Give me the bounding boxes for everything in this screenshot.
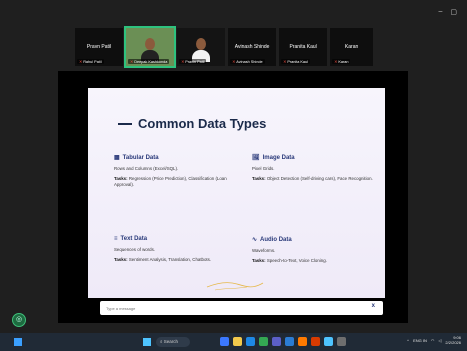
window-controls: – ▢ xyxy=(438,8,457,16)
taskbar: ⌕ Search ^ ENG IN ◠ ◁ 9:06 2/2/2026 xyxy=(0,333,467,351)
slide-title: Common Data Types xyxy=(118,116,266,131)
participant-tag: ✕Avinash Shinde xyxy=(230,59,265,64)
participant-name: Pravn Patil xyxy=(86,44,112,50)
mic-muted-icon: ✕ xyxy=(283,60,287,64)
edge-icon[interactable] xyxy=(246,337,255,346)
image-icon: 🖼 xyxy=(252,155,260,161)
participant-tile[interactable]: Karan ✕Karan xyxy=(330,28,374,66)
participant-name: Avinash Shinde xyxy=(234,44,270,50)
title-dash xyxy=(118,122,132,125)
word-icon[interactable] xyxy=(285,337,294,346)
participant-strip: Pravn Patil ✕Rahul Patil ✕Deepak Kashkon… xyxy=(75,26,374,68)
participant-tag: ✕Rahul Patil xyxy=(77,59,104,64)
app-icon[interactable] xyxy=(337,337,346,346)
participant-tile[interactable]: Pravn Patil ✕Rahul Patil xyxy=(75,28,124,66)
card-text-data: ≡ Text Data Sequences of words. Tasks: Se… xyxy=(114,236,244,263)
participant-tag: ✕Pravin Patil xyxy=(179,59,207,64)
card-tasks: Tasks: Speech-to-Text, Voice Cloning. xyxy=(252,258,327,263)
participant-tile[interactable]: Pranita Kaul ✕Pranita Kaul xyxy=(279,28,328,66)
mic-muted-icon: ✕ xyxy=(79,60,83,64)
participant-tile[interactable]: ✕Pravin Patil xyxy=(177,28,226,66)
card-heading: Audio Data xyxy=(260,236,292,243)
app-icon[interactable] xyxy=(298,337,307,346)
app-icon[interactable] xyxy=(324,337,333,346)
card-tasks: Tasks: Sentiment Analysis, Translation, … xyxy=(114,257,212,262)
language-indicator[interactable]: ENG IN xyxy=(413,338,427,343)
wifi-icon[interactable]: ◠ xyxy=(431,338,435,343)
tray-chevron-icon[interactable]: ^ xyxy=(407,338,409,343)
folder-icon[interactable] xyxy=(233,337,242,346)
chat-input-bar: x xyxy=(100,301,383,315)
volume-icon[interactable]: ◁ xyxy=(438,338,441,343)
close-icon[interactable]: x xyxy=(372,303,375,309)
chrome-icon[interactable] xyxy=(259,337,268,346)
taskbar-search[interactable]: ⌕ Search xyxy=(156,337,190,347)
text-icon: ≡ xyxy=(114,236,118,242)
participant-tile[interactable]: Avinash Shinde ✕Avinash Shinde xyxy=(228,28,277,66)
maximize-button[interactable]: ▢ xyxy=(450,8,457,16)
card-heading: Tabular Data xyxy=(122,154,159,161)
card-heading: Image Data xyxy=(262,154,295,161)
copilot-icon[interactable]: ◎ xyxy=(12,313,26,327)
card-description: Pixel Grids. xyxy=(252,166,275,171)
start-button[interactable] xyxy=(143,338,151,346)
minimize-button[interactable]: – xyxy=(438,8,442,16)
clock[interactable]: 9:06 2/2/2026 xyxy=(445,335,461,345)
app-icon[interactable] xyxy=(311,337,320,346)
card-description: Rows and Columns (Excel/SQL). xyxy=(114,166,179,171)
participant-tile-speaking[interactable]: ✕Deepak Kashkonda xyxy=(124,26,177,68)
teams-icon[interactable] xyxy=(272,337,281,346)
taskbar-apps xyxy=(220,337,346,346)
presentation-slide: Common Data Types ▦ Tabular Data Rows and… xyxy=(88,88,385,298)
participant-tag: ✕Pranita Kaul xyxy=(281,59,310,64)
card-description: Sequences of words. xyxy=(114,247,156,252)
mic-muted-icon: ✕ xyxy=(232,60,236,64)
participant-tag: ✕Deepak Kashkonda xyxy=(128,59,170,64)
card-description: Waveforms. xyxy=(252,248,276,253)
card-tasks: Tasks: Object Detection (Self-driving ca… xyxy=(252,176,373,181)
card-heading: Text Data xyxy=(120,236,148,242)
card-image-data: 🖼 Image Data Pixel Grids. Tasks: Object D… xyxy=(252,154,382,182)
chat-input[interactable] xyxy=(106,304,356,312)
app-icon[interactable] xyxy=(220,337,229,346)
mic-muted-icon: ✕ xyxy=(130,60,134,64)
waveform-icon: ∿ xyxy=(252,237,258,243)
card-tabular-data: ▦ Tabular Data Rows and Columns (Excel/SQ… xyxy=(114,154,244,188)
participant-name: Pranita Kaul xyxy=(289,44,317,50)
annotation-scribble xyxy=(206,282,264,291)
system-tray: ^ ENG IN ◠ ◁ 9:06 2/2/2026 xyxy=(407,335,461,345)
participant-tag: ✕Karan xyxy=(332,59,351,64)
participant-name: Karan xyxy=(344,44,359,50)
table-icon: ▦ xyxy=(114,155,120,161)
card-tasks: Tasks: Regression (Price Prediction), Cl… xyxy=(114,176,227,187)
widgets-icon[interactable] xyxy=(14,338,22,346)
card-audio-data: ∿ Audio Data Waveforms. Tasks: Speech-to-… xyxy=(252,236,382,264)
mic-muted-icon: ✕ xyxy=(334,60,338,64)
mic-muted-icon: ✕ xyxy=(181,60,185,64)
